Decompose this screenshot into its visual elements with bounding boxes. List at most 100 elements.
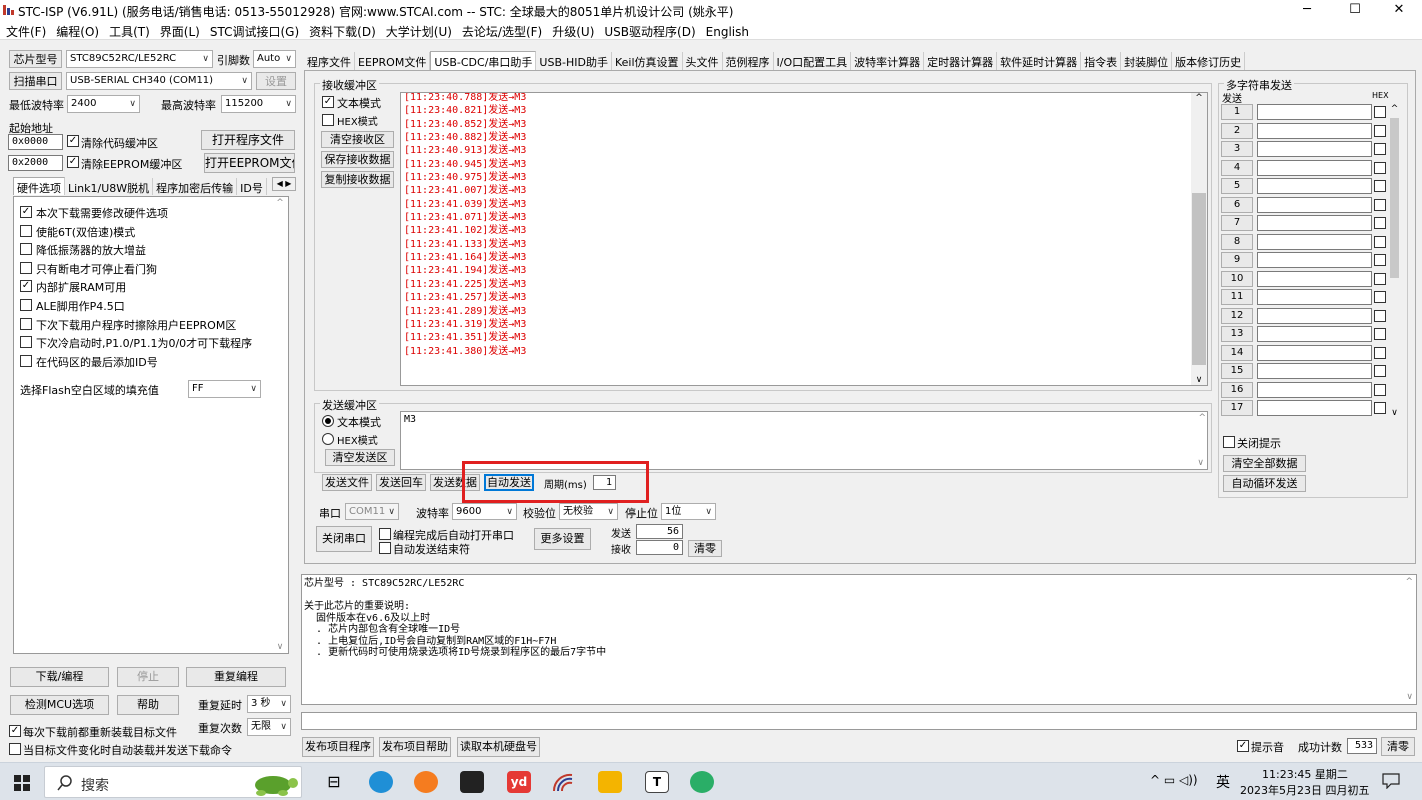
max-baud-select[interactable]: 115200 ∨ [221,95,296,113]
multi-hex-checkbox[interactable] [1374,161,1386,174]
multi-send-button[interactable]: 10 [1221,270,1253,287]
stop-bits-select[interactable]: 1位 ∨ [661,503,716,520]
edge-icon[interactable] [369,771,393,793]
notification-icon[interactable] [1382,773,1400,789]
menu-item-7[interactable]: 去论坛/选型(F) [456,20,546,40]
status-input[interactable] [301,712,1417,730]
main-tab-13[interactable]: 版本修订历史 [1172,52,1246,70]
repeat-count-select[interactable]: 无限 ∨ [247,718,291,736]
main-tab-3[interactable]: USB-HID助手 [536,52,612,70]
send-file-button[interactable]: 发送文件 [322,474,372,491]
chip-model-select[interactable]: STC89C52RC/LE52RC ∨ [66,50,213,68]
multi-send-input[interactable] [1257,122,1372,139]
scroll-thumb[interactable] [1390,118,1399,278]
tab-id[interactable]: ID号 [237,178,267,195]
save-receive-button[interactable]: 保存接收数据 [321,151,394,168]
multi-hex-checkbox[interactable] [1374,365,1386,377]
menu-item-1[interactable]: 编程(O) [50,20,103,40]
copy-receive-button[interactable]: 复制接收数据 [321,171,394,188]
multi-send-button[interactable]: 3 [1221,141,1253,157]
hw-option-checkbox[interactable] [20,317,32,330]
multi-send-input[interactable] [1257,381,1372,398]
pin-count-select[interactable]: Auto ∨ [253,50,296,68]
terminal-icon[interactable] [460,771,484,793]
fill-value-select[interactable]: FF ∨ [188,380,261,398]
multi-hex-checkbox[interactable] [1374,346,1386,359]
multi-send-button[interactable]: 11 [1221,289,1253,305]
multi-send-button[interactable]: 7 [1221,215,1253,231]
receive-textarea[interactable]: [11:23:40.788]发送→M3 [11:23:40.821]发送→M3 [1… [400,92,1208,386]
auto-load-checkbox[interactable] [9,743,21,755]
menu-item-3[interactable]: 界面(L) [154,20,204,40]
multi-hex-checkbox[interactable] [1374,217,1386,229]
youdao-icon[interactable]: yd [507,771,531,793]
menu-item-6[interactable]: 大学计划(U) [380,20,456,40]
hw-option-checkbox[interactable] [20,224,32,237]
tab-link1[interactable]: Link1/U8W脱机 [65,178,154,195]
publish-help-button[interactable]: 发布项目帮助 [379,737,451,757]
open-program-button[interactable]: 打开程序文件 [201,130,295,150]
menu-item-5[interactable]: 资料下载(D) [303,20,380,40]
tab-encrypt[interactable]: 程序加密后传输 [153,178,238,195]
port-select[interactable]: USB-SERIAL CH340 (COM11) ∨ [66,72,252,90]
menu-item-8[interactable]: 升级(U) [546,20,598,40]
menu-item-10[interactable]: English [700,22,753,39]
multi-hex-checkbox[interactable] [1374,235,1386,248]
multi-hex-checkbox[interactable] [1374,309,1386,322]
multi-send-button[interactable]: 12 [1221,307,1253,324]
hw-option-checkbox[interactable] [20,354,32,367]
send-hex-mode-radio[interactable] [322,433,334,445]
multi-send-button[interactable]: 1 [1221,104,1253,120]
stc-isp-icon[interactable] [552,771,576,793]
multi-send-button[interactable]: 15 [1221,363,1253,379]
multi-send-input[interactable] [1257,270,1372,287]
multi-send-button[interactable]: 17 [1221,400,1253,416]
code-addr-input[interactable]: 0x0000 [8,134,63,150]
multi-send-button[interactable]: 4 [1221,159,1253,176]
multi-send-input[interactable] [1257,104,1372,120]
multi-hex-checkbox[interactable] [1374,124,1386,137]
clear-all-button[interactable]: 清空全部数据 [1223,455,1306,472]
detect-mcu-button[interactable]: 检测MCU选项 [10,695,109,715]
hw-option-checkbox[interactable]: ✓ [20,280,32,293]
close-port-button[interactable]: 关闭串口 [316,526,372,552]
send-text-mode-radio[interactable] [322,415,334,427]
multi-send-button[interactable]: 13 [1221,326,1253,342]
menu-item-0[interactable]: 文件(F) [0,20,50,40]
parity-select[interactable]: 无校验 ∨ [559,503,618,520]
multi-send-button[interactable]: 6 [1221,196,1253,213]
tab-hardware[interactable]: 硬件选项 [13,177,65,195]
hw-option-checkbox[interactable] [20,243,32,256]
wechat-icon[interactable] [690,771,714,793]
main-tab-12[interactable]: 封装脚位 [1121,52,1173,70]
main-tab-7[interactable]: I/O口配置工具 [774,52,852,70]
multi-send-button[interactable]: 8 [1221,233,1253,250]
receive-scrollbar[interactable]: ^ ∨ [1191,93,1207,385]
multi-hex-checkbox[interactable] [1374,383,1386,396]
hw-option-checkbox[interactable] [20,299,32,311]
reload-checkbox[interactable]: ✓ [9,725,21,737]
download-button[interactable]: 下载/编程 [10,667,109,687]
scroll-thumb[interactable] [1192,193,1206,365]
auto-end-checkbox[interactable] [379,542,391,554]
clear-send-button[interactable]: 清空发送区 [325,449,395,466]
clock-time[interactable]: 11:23:45 星期二 [1262,766,1348,782]
read-disk-button[interactable]: 读取本机硬盘号 [457,737,540,757]
open-eeprom-button[interactable]: 打开EEPROM文件 [204,153,295,173]
maximize-button[interactable]: ☐ [1332,0,1378,20]
multi-hex-checkbox[interactable] [1374,291,1386,303]
multi-hex-checkbox[interactable] [1374,198,1386,211]
main-tab-1[interactable]: EEPROM文件 [355,52,431,70]
close-tip-checkbox[interactable] [1223,436,1235,448]
task-view-icon[interactable]: ⊟ [322,771,346,793]
multi-hex-checkbox[interactable] [1374,272,1386,285]
main-tab-2[interactable]: USB-CDC/串口助手 [430,51,537,70]
multi-send-input[interactable] [1257,159,1372,176]
multi-send-input[interactable] [1257,196,1372,213]
multi-send-button[interactable]: 5 [1221,178,1253,194]
auto-open-checkbox[interactable] [379,528,391,540]
multi-send-button[interactable]: 2 [1221,122,1253,139]
multi-hex-checkbox[interactable] [1374,328,1386,340]
setting-button[interactable]: 设置 [256,72,296,90]
clear-success-button[interactable]: 清零 [1381,737,1415,756]
